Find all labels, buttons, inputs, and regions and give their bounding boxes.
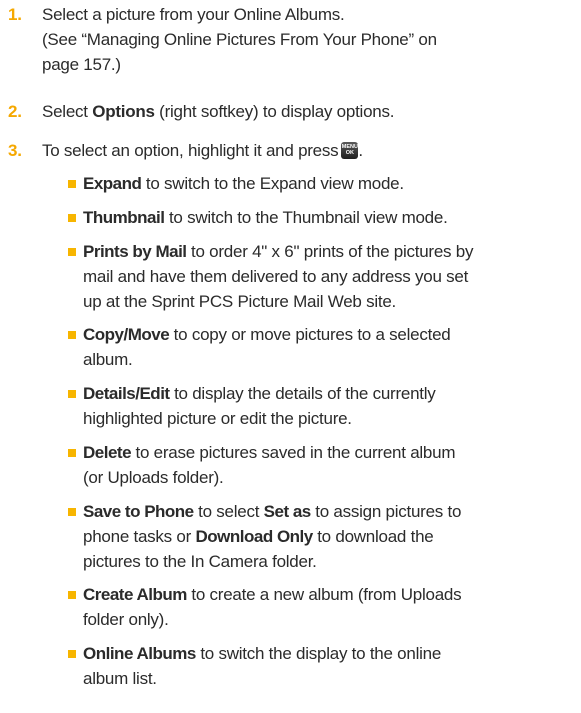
text-fragment: to download the bbox=[312, 527, 434, 546]
bullet-icon bbox=[68, 508, 76, 516]
option-line: Prints by Mail to order 4" x 6" prints o… bbox=[83, 239, 573, 264]
option-description: Prints by Mail to order 4" x 6" prints o… bbox=[83, 239, 573, 314]
text-fragment: to erase pictures saved in the current a… bbox=[135, 443, 456, 462]
text-fragment: Select bbox=[42, 102, 93, 121]
option-name: Prints by Mail bbox=[83, 242, 187, 261]
option-line: mail and have them delivered to any addr… bbox=[83, 267, 469, 286]
bullet-icon bbox=[68, 248, 76, 256]
option-name: Create Album bbox=[83, 585, 187, 604]
option-line: Expand to switch to the Expand view mode… bbox=[83, 171, 573, 196]
bullet-icon bbox=[68, 331, 76, 339]
set-as-term: Set as bbox=[263, 502, 312, 521]
manual-page: 1. Select a picture from your Online Alb… bbox=[0, 0, 581, 713]
option-description: Thumbnail to switch to the Thumbnail vie… bbox=[83, 205, 573, 230]
option-name: Delete bbox=[83, 443, 132, 462]
step-line: Select Options (right softkey) to displa… bbox=[42, 99, 572, 124]
step-line: page 157.) bbox=[42, 55, 121, 74]
bullet-icon bbox=[68, 650, 76, 658]
text-fragment: to copy or move pictures to a selected bbox=[173, 325, 451, 344]
option-line: pictures to the In Camera folder. bbox=[83, 552, 317, 571]
bullet-icon bbox=[68, 390, 76, 398]
text-fragment: phone tasks or bbox=[83, 527, 196, 546]
option-line: Create Album to create a new album (from… bbox=[83, 582, 573, 607]
step-text: Select a picture from your Online Albums… bbox=[42, 2, 572, 77]
option-description: Create Album to create a new album (from… bbox=[83, 582, 573, 632]
text-fragment: To select an option, highlight it and pr… bbox=[42, 141, 339, 160]
bullet-icon bbox=[68, 180, 76, 188]
text-fragment: to order 4" x 6" prints of the pictures … bbox=[191, 242, 474, 261]
bullet-icon bbox=[68, 591, 76, 599]
key-label-bottom: OK bbox=[345, 149, 355, 156]
step-number: 2. bbox=[8, 102, 22, 121]
bullet-icon bbox=[68, 214, 76, 222]
option-name: Save to Phone bbox=[83, 502, 194, 521]
text-fragment: to switch to the Expand view mode. bbox=[145, 174, 404, 193]
text-fragment: . bbox=[358, 141, 363, 160]
option-description: Details/Edit to display the details of t… bbox=[83, 381, 573, 431]
option-name: Details/Edit bbox=[83, 384, 170, 403]
step-text: To select an option, highlight it and pr… bbox=[42, 138, 572, 163]
option-description: Copy/Move to copy or move pictures to a … bbox=[83, 322, 573, 372]
step-number: 3. bbox=[8, 141, 22, 160]
options-term: Options bbox=[92, 102, 155, 121]
step-text: Select Options (right softkey) to displa… bbox=[42, 99, 572, 124]
option-line: up at the Sprint PCS Picture Mail Web si… bbox=[83, 292, 397, 311]
option-line: Delete to erase pictures saved in the cu… bbox=[83, 440, 573, 465]
option-line: Thumbnail to switch to the Thumbnail vie… bbox=[83, 205, 573, 230]
text-fragment: to select bbox=[198, 502, 264, 521]
option-line: album list. bbox=[83, 669, 157, 688]
option-line: highlighted picture or edit the picture. bbox=[83, 409, 352, 428]
text-fragment: to switch to the Thumbnail view mode. bbox=[168, 208, 448, 227]
step-line: Select a picture from your Online Albums… bbox=[42, 5, 345, 24]
menu-ok-key-icon: MENU OK bbox=[341, 141, 359, 159]
text-fragment: to switch the display to the online bbox=[200, 644, 442, 663]
option-name: Copy/Move bbox=[83, 325, 170, 344]
bullet-icon bbox=[68, 449, 76, 457]
option-name: Online Albums bbox=[83, 644, 196, 663]
text-fragment: to display the details of the currently bbox=[174, 384, 436, 403]
option-line: Details/Edit to display the details of t… bbox=[83, 381, 573, 406]
text-fragment: (right softkey) to display options. bbox=[154, 102, 395, 121]
step-line: To select an option, highlight it and pr… bbox=[42, 138, 572, 163]
text-fragment: to assign pictures to bbox=[310, 502, 462, 521]
option-line: (or Uploads folder). bbox=[83, 468, 224, 487]
option-name: Expand bbox=[83, 174, 142, 193]
download-only-term: Download Only bbox=[195, 527, 314, 546]
option-name: Thumbnail bbox=[83, 208, 165, 227]
key-label-top: MENU bbox=[341, 143, 358, 150]
option-line: Save to Phone to select Set as to assign… bbox=[83, 499, 573, 524]
option-description: Online Albums to switch the display to t… bbox=[83, 641, 573, 691]
step-number: 1. bbox=[8, 5, 22, 24]
option-line: folder only). bbox=[83, 610, 169, 629]
option-description: Delete to erase pictures saved in the cu… bbox=[83, 440, 573, 490]
option-line: Online Albums to switch the display to t… bbox=[83, 641, 573, 666]
option-description: Expand to switch to the Expand view mode… bbox=[83, 171, 573, 196]
step-line: (See “Managing Online Pictures From Your… bbox=[42, 30, 437, 49]
option-line: album. bbox=[83, 350, 133, 369]
text-fragment: to create a new album (from Uploads bbox=[191, 585, 462, 604]
option-description: Save to Phone to select Set as to assign… bbox=[83, 499, 573, 574]
option-line: Copy/Move to copy or move pictures to a … bbox=[83, 322, 573, 347]
option-line: phone tasks or Download Only to download… bbox=[83, 524, 573, 549]
